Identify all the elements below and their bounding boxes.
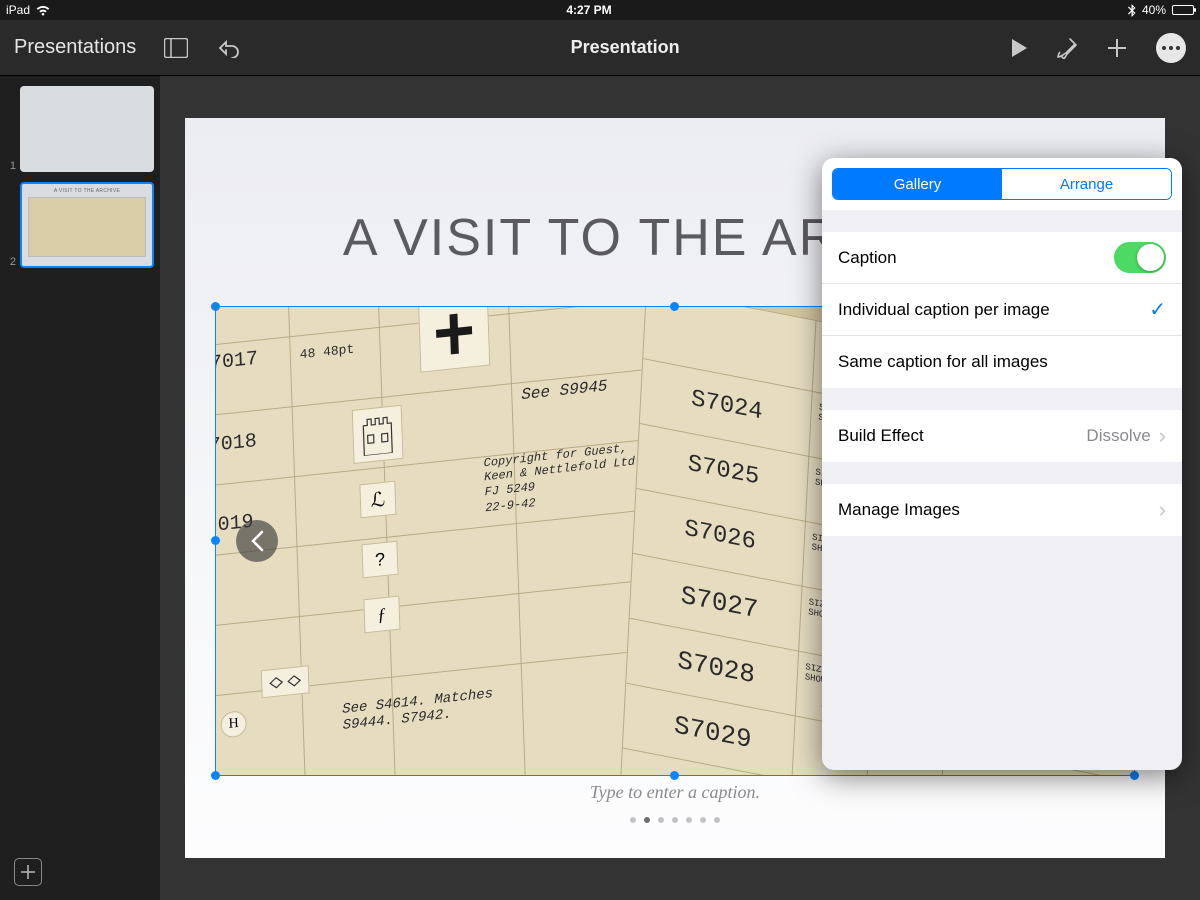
- battery-percent: 40%: [1142, 3, 1166, 17]
- chevron-right-icon: ›: [1159, 423, 1166, 449]
- tab-gallery[interactable]: Gallery: [833, 169, 1002, 199]
- status-bar: iPad 4:27 PM 40%: [0, 0, 1200, 20]
- battery-icon: [1172, 5, 1194, 15]
- cell-value: Dissolve: [1086, 426, 1150, 446]
- caption-toggle-row[interactable]: Caption: [822, 232, 1182, 284]
- toggle-switch[interactable]: [1114, 242, 1166, 273]
- resize-handle[interactable]: [670, 302, 679, 311]
- gallery-previous-button[interactable]: [236, 520, 278, 562]
- format-popover: Gallery Arrange Caption Individual capti…: [822, 158, 1182, 770]
- wifi-icon: [36, 5, 50, 16]
- undo-icon[interactable]: [216, 38, 240, 58]
- view-mode-icon[interactable]: [164, 38, 188, 58]
- tab-arrange[interactable]: Arrange: [1002, 169, 1171, 199]
- back-button[interactable]: Presentations: [14, 36, 136, 59]
- cell-label: Individual caption per image: [838, 300, 1149, 320]
- play-icon[interactable]: [1010, 38, 1028, 58]
- manage-images-row[interactable]: Manage Images ›: [822, 484, 1182, 536]
- clock: 4:27 PM: [50, 3, 1128, 17]
- cell-label: Caption: [838, 248, 1114, 268]
- cell-label: Manage Images: [838, 500, 1151, 520]
- resize-handle[interactable]: [211, 302, 220, 311]
- chevron-right-icon: ›: [1159, 497, 1166, 523]
- slide-navigator: 1 2 A VISIT TO THE ARCHIVE: [0, 76, 160, 900]
- gallery-page-dots[interactable]: [215, 810, 1135, 828]
- checkmark-icon: ✓: [1149, 297, 1166, 322]
- format-brush-icon[interactable]: [1056, 37, 1078, 59]
- add-icon[interactable]: [1106, 37, 1128, 59]
- resize-handle[interactable]: [670, 771, 679, 780]
- add-slide-button[interactable]: [14, 858, 42, 886]
- cell-label: Build Effect: [838, 426, 1086, 446]
- bluetooth-icon: [1128, 4, 1136, 17]
- more-icon[interactable]: [1156, 33, 1186, 63]
- cell-label: Same caption for all images: [838, 352, 1166, 372]
- same-caption-row[interactable]: Same caption for all images: [822, 336, 1182, 388]
- resize-handle[interactable]: [211, 771, 220, 780]
- gallery-caption-field[interactable]: Type to enter a caption.: [215, 782, 1135, 803]
- slide-number: 2: [6, 256, 16, 268]
- build-effect-row[interactable]: Build Effect Dissolve ›: [822, 410, 1182, 462]
- popover-tabs: Gallery Arrange: [832, 168, 1172, 200]
- slide-canvas[interactable]: A VISIT TO THE ARCHIVE: [160, 76, 1200, 900]
- resize-handle[interactable]: [1130, 771, 1139, 780]
- resize-handle[interactable]: [211, 536, 220, 545]
- individual-caption-row[interactable]: Individual caption per image ✓: [822, 284, 1182, 336]
- slide-number: 1: [6, 160, 16, 172]
- slide-thumb[interactable]: 2 A VISIT TO THE ARCHIVE: [0, 182, 160, 268]
- slide-thumb[interactable]: 1: [0, 86, 160, 172]
- document-title[interactable]: Presentation: [264, 37, 986, 58]
- toolbar: Presentations Presentation: [0, 20, 1200, 76]
- device-label: iPad: [6, 3, 30, 17]
